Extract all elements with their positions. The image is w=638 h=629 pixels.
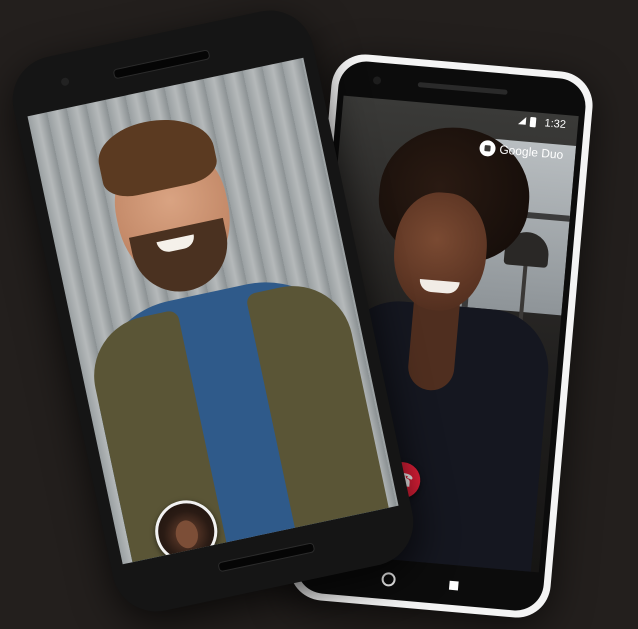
home-circle-icon[interactable] <box>380 571 396 587</box>
earpiece-speaker <box>417 82 508 95</box>
front-camera <box>60 76 70 87</box>
front-camera <box>372 76 382 85</box>
duo-logo-icon <box>478 139 497 158</box>
status-time: 1:32 <box>543 117 567 132</box>
self-view-face <box>173 518 201 551</box>
battery-icon <box>529 116 537 128</box>
bottom-speaker-grille <box>217 542 316 573</box>
marketing-composite: ◢ 1:32 Google Duo ☎ <box>0 0 638 629</box>
signal-icon: ◢ <box>517 114 527 127</box>
top-speaker-grille <box>112 49 211 80</box>
recents-square-icon[interactable] <box>448 580 459 590</box>
